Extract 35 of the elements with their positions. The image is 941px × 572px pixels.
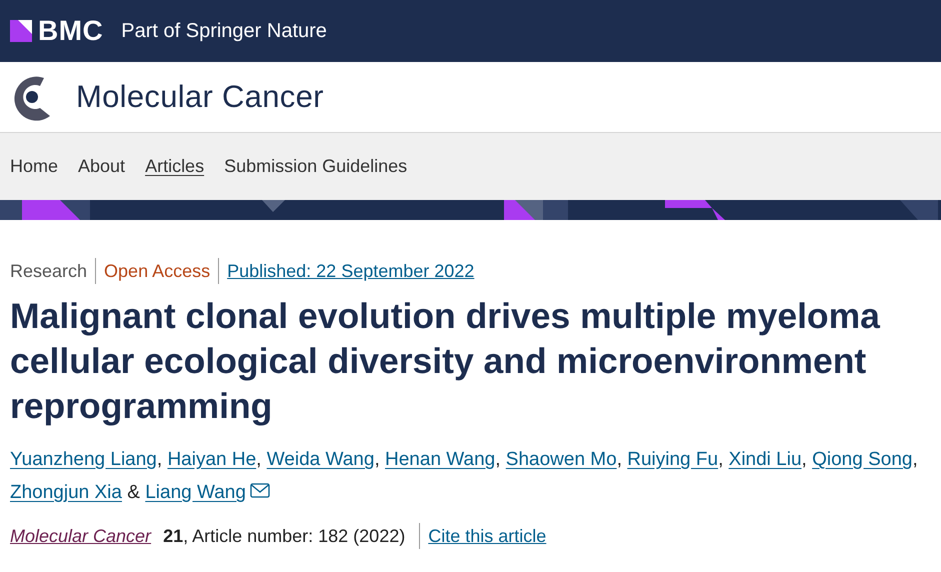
author-separator: ,: [718, 449, 724, 470]
published-date-link[interactable]: Published: 22 September 2022: [218, 258, 482, 284]
cite-article-link[interactable]: Cite this article: [419, 523, 546, 549]
author-separator: ,: [912, 449, 918, 470]
author-separator: ,: [256, 449, 262, 470]
author-link[interactable]: Qiong Song: [812, 449, 912, 470]
article-title: Malignant clonal evolution drives multiple myeloma cellular ecological diversity and microenvironment reprogramming: [10, 295, 882, 428]
author-separator: ,: [156, 449, 162, 470]
author-link[interactable]: Weida Wang: [266, 449, 374, 470]
author-separator: ,: [802, 449, 807, 470]
journal-title: Molecular Cancer: [76, 79, 324, 115]
author-separator: ,: [616, 449, 622, 470]
author-link[interactable]: Liang Wang: [145, 482, 246, 503]
author-link[interactable]: Xindi Liu: [728, 449, 802, 470]
nav-link[interactable]: About: [78, 156, 126, 177]
author-separator: &: [127, 482, 140, 503]
journal-link[interactable]: Molecular Cancer: [10, 526, 152, 546]
author-link[interactable]: Zhongjun Xia: [10, 482, 122, 503]
bmc-logo-icon: [10, 20, 32, 42]
brand-name: BMC: [38, 15, 104, 47]
nav-link[interactable]: Home: [10, 156, 58, 177]
author-link[interactable]: Shaowen Mo: [506, 449, 617, 470]
author-link[interactable]: Henan Wang: [385, 449, 496, 470]
article-type: Research: [10, 260, 88, 283]
author-link[interactable]: Ruiying Fu: [627, 449, 718, 470]
access-label: Open Access: [95, 258, 218, 284]
author-link[interactable]: Haiyan He: [167, 449, 256, 470]
article-number: 21, Article number: 182 (2022): [163, 525, 406, 548]
author-separator: ,: [495, 449, 500, 470]
author-link[interactable]: Yuanzheng Liang: [10, 449, 157, 470]
mail-icon[interactable]: [250, 483, 270, 498]
brand-tagline: Part of Springer Nature: [121, 20, 327, 42]
author-separator: ,: [374, 449, 380, 470]
nav-link[interactable]: Articles: [145, 156, 204, 177]
nav-link[interactable]: Submission Guidelines: [224, 156, 408, 177]
